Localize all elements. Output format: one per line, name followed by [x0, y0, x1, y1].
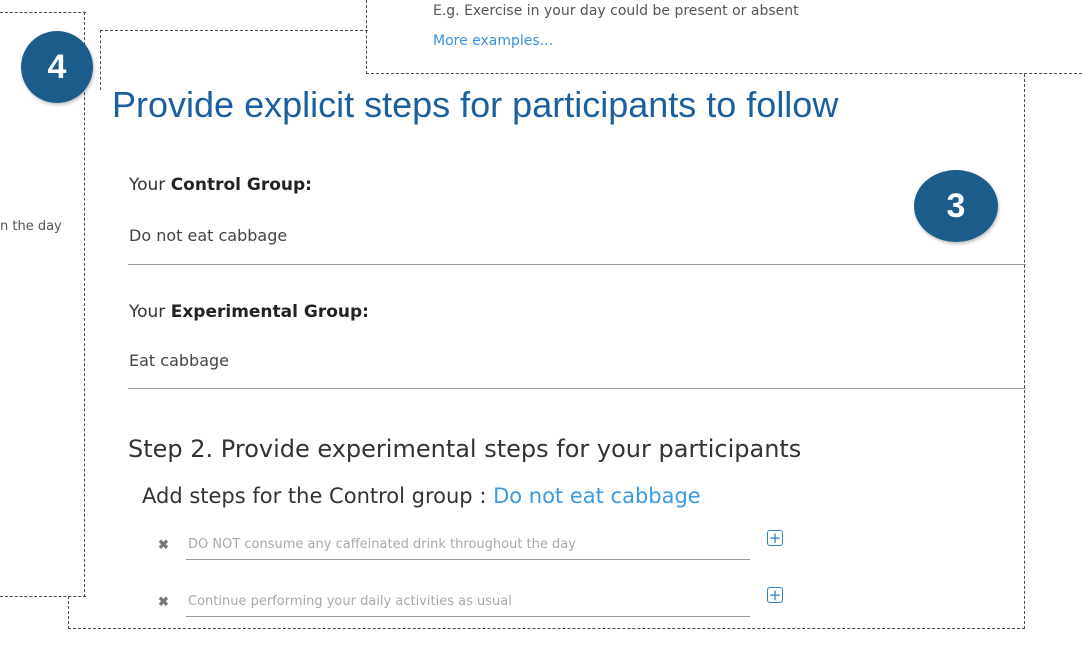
control-group-label: Your Control Group: [129, 175, 312, 195]
left-panel-text-fragment: n the day [0, 219, 62, 234]
control-group-label-prefix: Your [129, 175, 171, 195]
remove-step-1-close-icon[interactable]: ✖ [158, 537, 169, 553]
experimental-group-value: Eat cabbage [129, 351, 229, 370]
main-panel-border-bottom [68, 628, 1025, 629]
main-panel-border-right [1024, 74, 1025, 629]
experimental-group-divider [128, 388, 1026, 389]
control-group-value: Do not eat cabbage [129, 226, 288, 245]
add-step-1-plus-icon[interactable]: + [767, 530, 783, 546]
remove-step-2-close-icon[interactable]: ✖ [158, 594, 169, 610]
step2-title: Step 2. Provide experimental steps for y… [128, 435, 802, 463]
top-panel-border-bottom [366, 73, 1082, 74]
step-1-input[interactable] [186, 534, 750, 560]
left-panel-border-bottom [0, 596, 86, 597]
control-group-divider [128, 264, 1026, 265]
add-steps-prefix: Add steps for the Control group : [142, 484, 494, 508]
connector-line [100, 30, 368, 31]
more-examples-link[interactable]: More examples... [433, 33, 553, 49]
page-title: Provide explicit steps for participants … [112, 84, 839, 125]
main-panel-border-left-lower [68, 596, 69, 629]
step-2-input[interactable] [186, 591, 750, 617]
step-badge-4: 4 [21, 31, 93, 103]
example-text: E.g. Exercise in your day could be prese… [433, 3, 799, 19]
add-steps-heading: Add steps for the Control group : Do not… [142, 484, 701, 508]
experimental-group-label: Your Experimental Group: [129, 302, 369, 322]
step-badge-3: 3 [914, 170, 998, 242]
control-group-label-bold: Control Group: [170, 175, 312, 195]
add-steps-group-link[interactable]: Do not eat cabbage [493, 484, 701, 508]
main-panel-border-left [100, 30, 101, 90]
experimental-group-label-bold: Experimental Group: [170, 302, 369, 322]
experimental-group-label-prefix: Your [129, 302, 171, 322]
add-step-2-plus-icon[interactable]: + [767, 587, 783, 603]
top-panel-border-left [366, 0, 367, 74]
left-panel-border-top [0, 12, 86, 13]
left-panel-border-right [84, 12, 85, 597]
